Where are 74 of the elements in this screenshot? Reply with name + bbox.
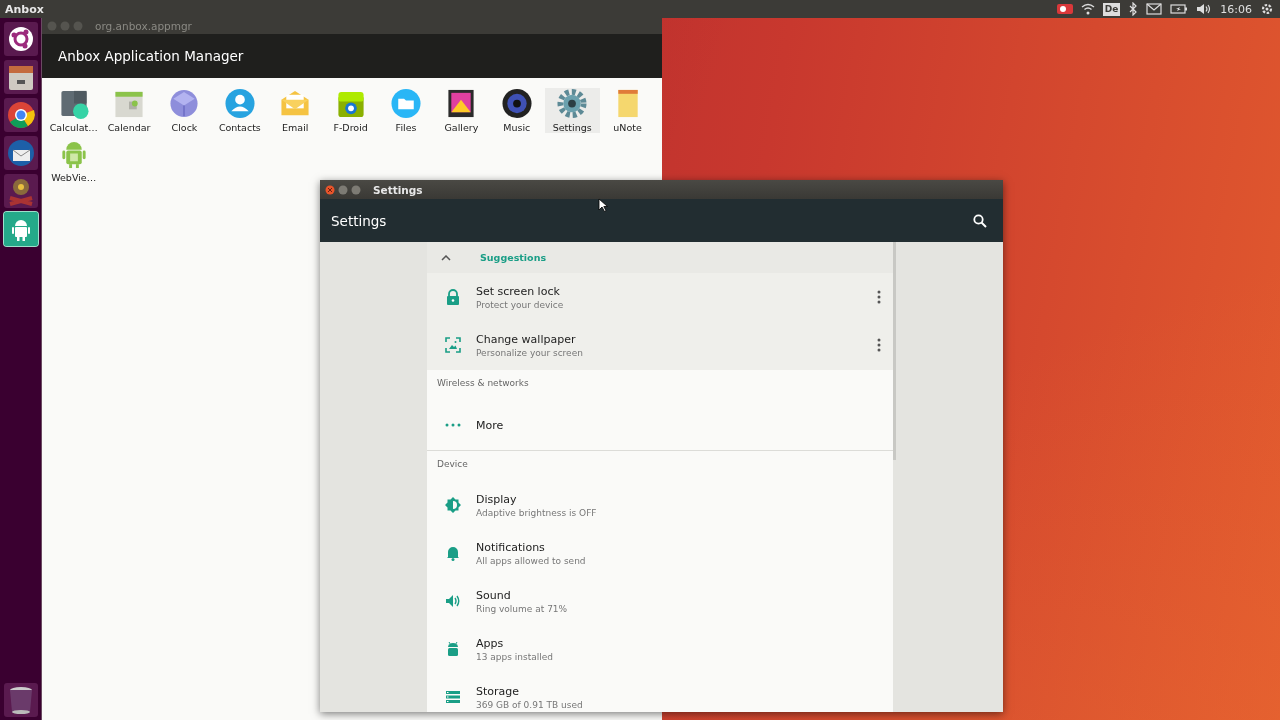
section-header: Device (436, 458, 469, 471)
item-summary: Adaptive brightness is OFF (476, 507, 598, 518)
item-summary: Personalize your screen (476, 347, 584, 358)
item-title: Sound (476, 588, 512, 602)
app-title: Settings (331, 212, 387, 229)
item-title: Storage (476, 684, 521, 698)
window-title: Settings (373, 183, 423, 196)
overflow-menu-icon[interactable] (877, 338, 881, 352)
image-frame-icon (444, 337, 461, 353)
chevron-icon[interactable] (441, 254, 451, 261)
item-summary: 13 apps installed (476, 651, 554, 662)
section-header: Wireless & networks (436, 377, 530, 390)
clock-icon (168, 88, 201, 119)
clock-text[interactable]: 16:06 (1220, 2, 1252, 16)
app-launcher-item[interactable]: WebVie… (46, 138, 102, 183)
battery-icon[interactable] (1170, 4, 1189, 14)
app-launcher-item[interactable]: Settings (544, 88, 600, 133)
item-title: Change wallpaper (476, 332, 577, 346)
brightness-icon (444, 497, 461, 513)
keyboard-layout-indicator[interactable]: De (1102, 2, 1121, 16)
item-title: Notifications (476, 540, 546, 554)
list-row[interactable]: More (427, 400, 893, 450)
disc-icon (500, 88, 533, 119)
item-title: Apps (476, 636, 505, 650)
list-row[interactable]: Storage 369 GB of 0.91 TB used (427, 673, 893, 712)
overflow-menu-icon[interactable] (877, 290, 881, 304)
item-summary: 369 GB of 0.91 TB used (476, 699, 584, 710)
window-title: org.anbox.appmgr (95, 20, 192, 32)
app-name: Anbox (5, 2, 44, 16)
app-launcher-item[interactable]: Calculat… (46, 88, 102, 133)
launcher-item[interactable] (3, 98, 38, 132)
item-summary: Ring volume at 71% (476, 603, 569, 614)
launcher-item[interactable] (3, 136, 38, 170)
app-launcher-item[interactable]: Email (267, 88, 323, 133)
list-row[interactable]: Change wallpaper Personalize your screen (427, 321, 893, 369)
list-row[interactable]: Display Adaptive brightness is OFF (427, 481, 893, 529)
storage-icon (444, 689, 461, 705)
launcher-item[interactable] (3, 174, 38, 208)
item-title: Display (476, 492, 518, 506)
list-row[interactable]: Apps 13 apps installed (427, 625, 893, 673)
wifi-icon[interactable] (1080, 3, 1095, 15)
list-row[interactable]: Notifications All apps allowed to send (427, 529, 893, 577)
person-icon (223, 88, 256, 119)
speaker-icon (444, 593, 461, 609)
settings-icon[interactable] (1260, 2, 1274, 16)
list-row[interactable]: Set screen lock Protect your device (427, 273, 893, 321)
volume-icon[interactable] (1196, 3, 1213, 15)
bluetooth-icon[interactable] (1128, 2, 1139, 16)
item-title: Set screen lock (476, 284, 561, 298)
item-summary: Protect your device (476, 299, 565, 310)
mouse-pointer-icon (598, 198, 608, 212)
app-title: Anbox Application Manager (58, 48, 244, 64)
list-row[interactable]: Sound Ring volume at 71% (427, 577, 893, 625)
record-icon[interactable] (1056, 3, 1073, 15)
lock-icon (444, 289, 461, 305)
folder-icon (390, 88, 423, 119)
search-icon[interactable] (973, 213, 987, 228)
app-launcher-item[interactable]: F-Droid (322, 88, 379, 133)
item-summary: All apps allowed to send (476, 555, 587, 566)
app-launcher-item[interactable]: Clock (156, 88, 213, 133)
app-launcher-item[interactable]: Calendar (101, 88, 157, 133)
item-title: More (476, 418, 505, 432)
android-robot-icon (3, 212, 38, 246)
app-launcher-item[interactable]: Gallery (433, 88, 490, 133)
launcher-item[interactable] (3, 22, 38, 56)
mail-icon[interactable] (1146, 3, 1163, 15)
launcher-item[interactable] (3, 683, 38, 717)
app-launcher-item[interactable]: Contacts (212, 88, 268, 133)
app-launcher-item[interactable]: uNote (599, 88, 656, 133)
section-header: Suggestions (480, 252, 547, 263)
app-launcher-item[interactable]: Music (489, 88, 545, 133)
gear-icon (556, 88, 589, 119)
app-launcher-item[interactable]: Files (378, 88, 434, 133)
launcher-item[interactable] (3, 60, 38, 94)
